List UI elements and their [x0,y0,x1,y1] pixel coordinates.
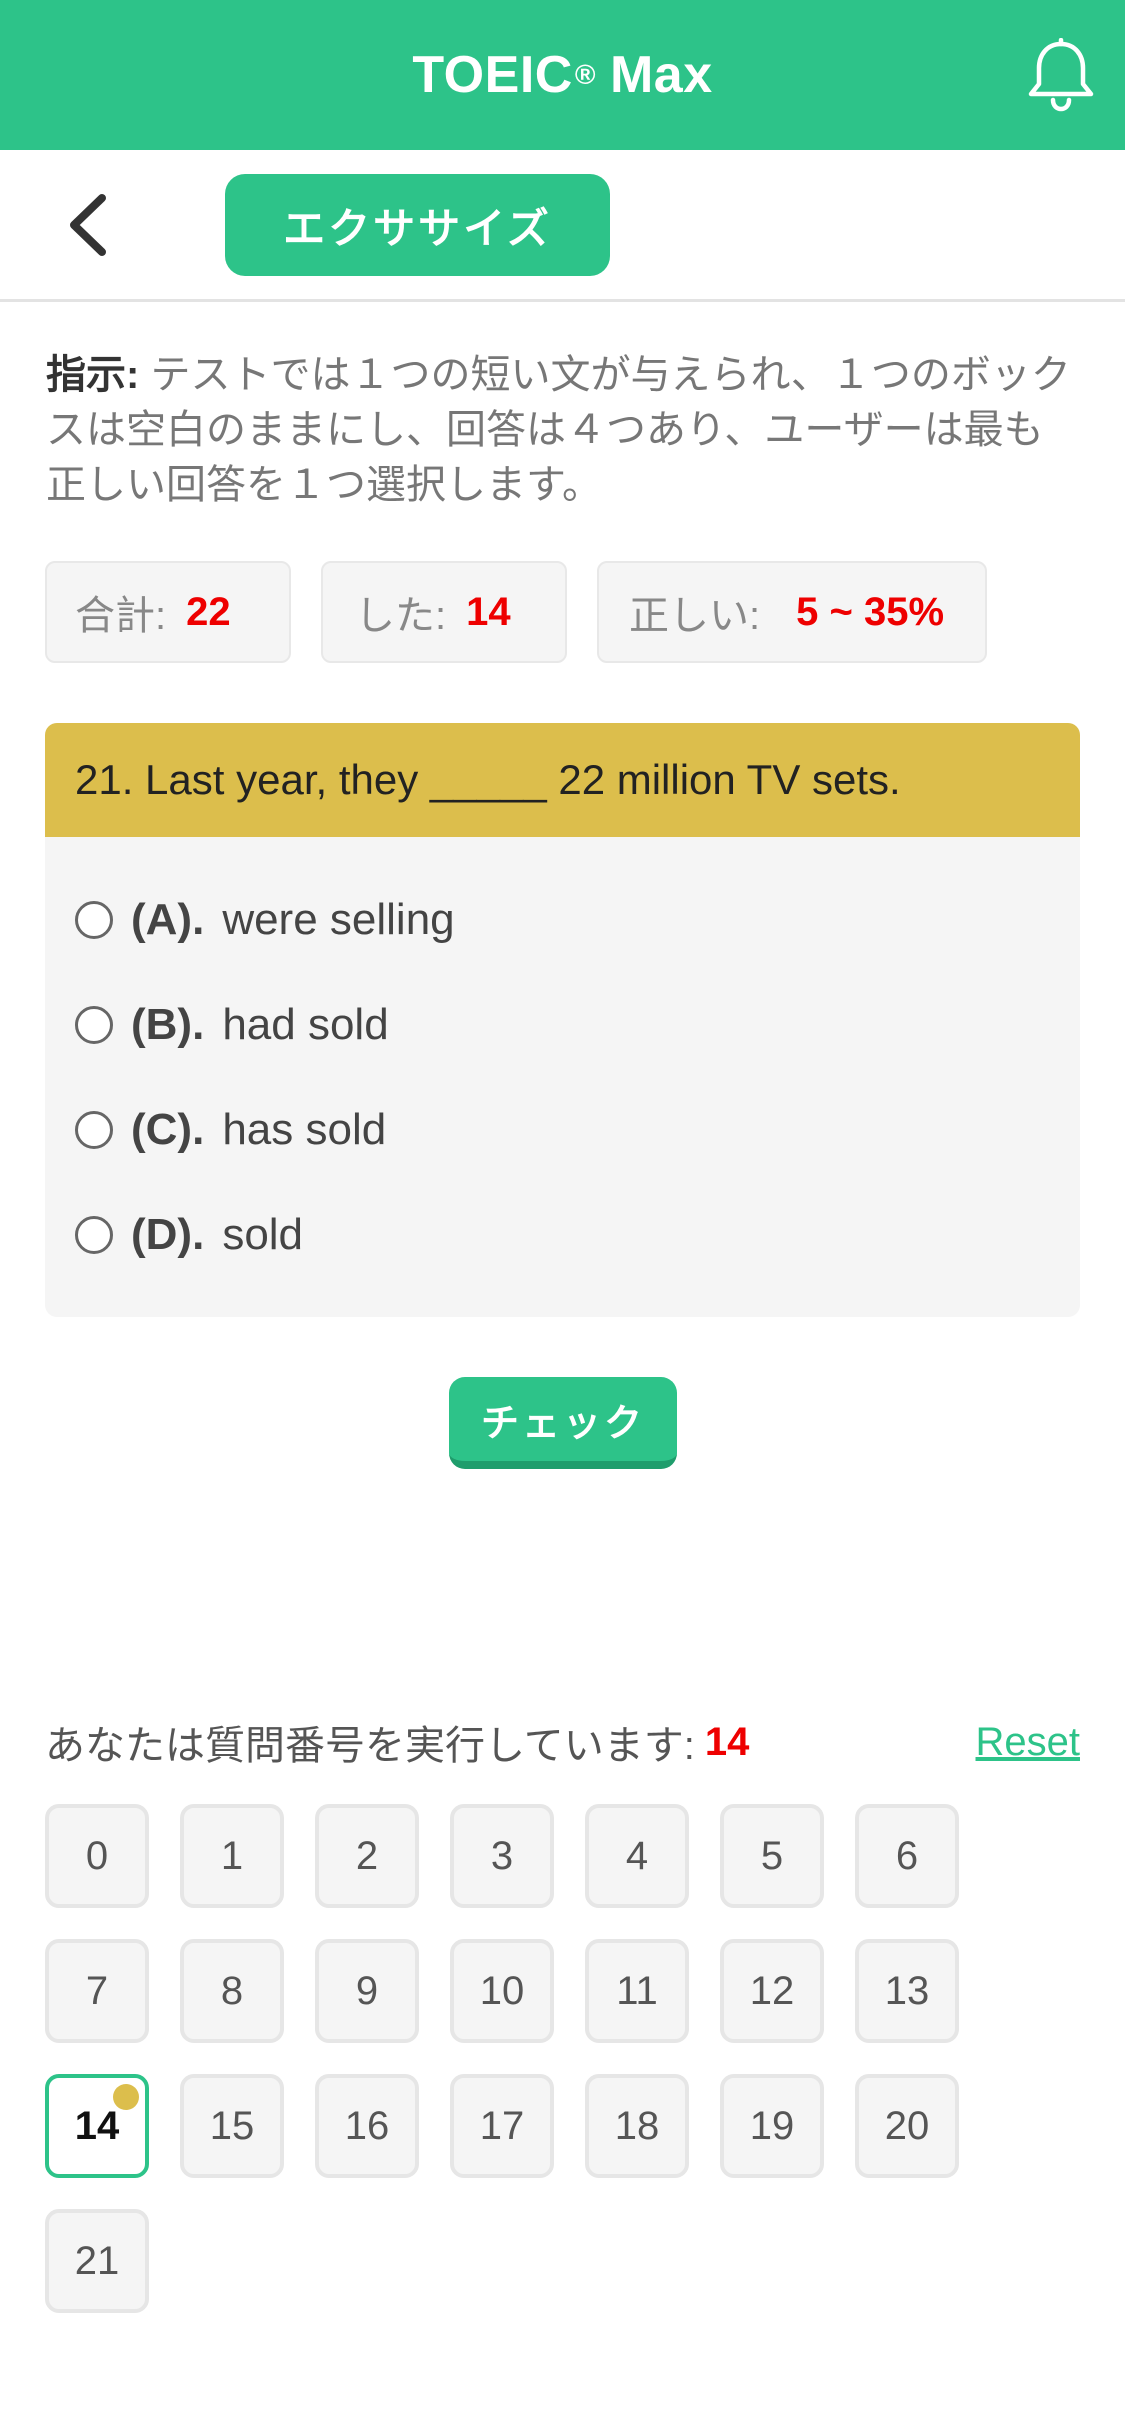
check-button[interactable]: チェック [449,1377,677,1469]
question-number-button[interactable]: 18 [585,2074,689,2178]
question-number-label: 9 [355,1968,379,2013]
app-title-text: TOEIC [412,46,573,104]
current-indicator-dot [113,2084,139,2110]
option-text: sold [222,1210,304,1259]
question-number-label: 14 [74,2103,120,2148]
question-number-button[interactable]: 11 [585,1939,689,2043]
question-number-button[interactable]: 13 [855,1939,959,2043]
stat-total-value: 22 [186,589,231,634]
stat-done-value: 14 [466,589,511,634]
registered-mark: ® [574,59,596,90]
question-number-label: 2 [355,1833,379,1878]
radio-d[interactable] [75,1216,113,1254]
question-number-button[interactable]: 4 [585,1804,689,1908]
question-number-button[interactable]: 8 [180,1939,284,2043]
option-b[interactable]: (B). had sold [75,985,389,1065]
app-title-suffix: Max [609,46,713,104]
question-number-label: 0 [85,1833,109,1878]
question-text: 21. Last year, they _____ 22 million TV … [45,723,1080,837]
option-letter: (C). [131,1105,205,1154]
option-text: has sold [222,1105,387,1154]
bell-icon[interactable] [1025,38,1097,112]
radio-a[interactable] [75,901,113,939]
instructions: 指示: テストでは１つの短い文が与えられ、１つのボックスは空白のままにし、回答は… [46,348,1076,513]
option-letter: (D). [131,1210,205,1259]
question-number-label: 6 [895,1833,919,1878]
question-number-label: 4 [625,1833,649,1878]
question-number-button[interactable]: 14 [45,2074,149,2178]
question-number-label: 13 [884,1968,930,2013]
option-letter: (B). [131,1000,205,1049]
reset-link[interactable]: Reset [976,1712,1081,1772]
question-number-label: 16 [344,2103,390,2148]
question-number-label: 15 [209,2103,255,2148]
question-number-button[interactable]: 21 [45,2209,149,2313]
question-number-label: 20 [884,2103,930,2148]
question-number-button[interactable]: 9 [315,1939,419,2043]
question-number-button[interactable]: 6 [855,1804,959,1908]
radio-c[interactable] [75,1111,113,1149]
question-number-button[interactable]: 0 [45,1804,149,1908]
option-c[interactable]: (C). has sold [75,1090,386,1170]
question-number-label: 19 [749,2103,795,2148]
radio-b[interactable] [75,1006,113,1044]
stat-done-label: した: [355,594,447,638]
question-number-button[interactable]: 2 [315,1804,419,1908]
question-number-button[interactable]: 17 [450,2074,554,2178]
stat-total-label: 合計: [75,594,167,638]
progress-label: あなたは質問番号を実行しています: 14 [45,1712,749,1772]
instructions-text: テストでは１つの短い文が与えられ、１つのボックスは空白のままにし、回答は４つあり… [46,353,1071,507]
question-number-button[interactable]: 15 [180,2074,284,2178]
option-text: had sold [222,1000,389,1049]
question-number-button[interactable]: 16 [315,2074,419,2178]
question-card: 21. Last year, they _____ 22 million TV … [45,723,1080,1317]
question-number-label: 5 [760,1833,784,1878]
progress-label-text: あなたは質問番号を実行しています: [45,1724,695,1768]
question-number-button[interactable]: 1 [180,1804,284,1908]
option-text: were selling [222,895,455,944]
question-number-button[interactable]: 12 [720,1939,824,2043]
app-title: TOEIC ® Max [0,0,1125,150]
question-number-label: 18 [614,2103,660,2148]
question-number-label: 10 [479,1968,525,2013]
question-number-button[interactable]: 3 [450,1804,554,1908]
app-bar: TOEIC ® Max [0,0,1125,150]
question-number-label: 8 [220,1968,244,2013]
question-number-label: 21 [74,2238,120,2283]
stat-correct: 正しい: 5 ~ 35% [597,561,987,663]
option-a[interactable]: (A). were selling [75,880,455,960]
question-number-label: 12 [749,1968,795,2013]
question-number-button[interactable]: 7 [45,1939,149,2043]
option-d[interactable]: (D). sold [75,1195,303,1275]
question-number-label: 11 [616,1968,658,2013]
question-number-label: 17 [479,2103,525,2148]
chevron-left-icon[interactable] [58,190,118,260]
question-number-label: 1 [220,1833,244,1878]
stat-total: 合計: 22 [45,561,291,663]
question-number-label: 3 [490,1833,514,1878]
question-number-label: 7 [85,1968,109,2013]
question-number-button[interactable]: 20 [855,2074,959,2178]
current-question-number: 14 [704,1719,750,1764]
question-number-button[interactable]: 5 [720,1804,824,1908]
question-number-button[interactable]: 10 [450,1939,554,2043]
stat-done: した: 14 [321,561,567,663]
stat-correct-label: 正しい: [629,594,761,638]
option-letter: (A). [131,895,205,944]
question-number-button[interactable]: 19 [720,2074,824,2178]
instructions-label: 指示: [46,353,140,397]
sub-bar: エクササイズ [0,150,1125,302]
stat-correct-value: 5 ~ 35% [796,589,945,634]
tab-exercise[interactable]: エクササイズ [225,174,610,276]
